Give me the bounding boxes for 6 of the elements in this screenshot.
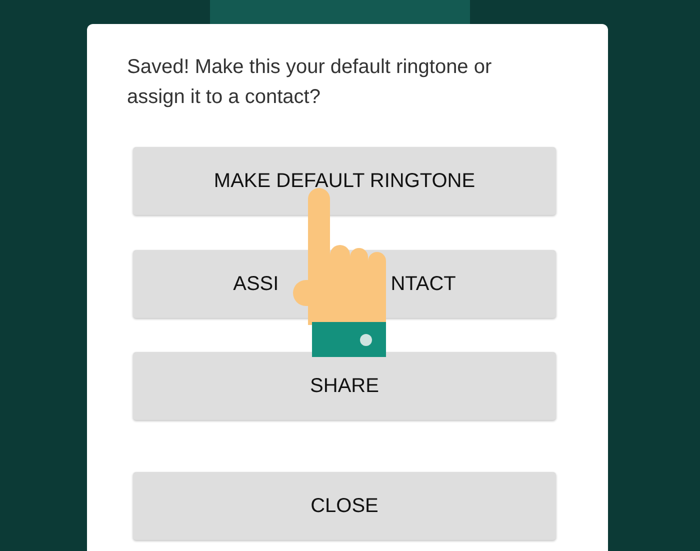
dialog-button[interactable]: MAKE DEFAULT RINGTONE	[133, 147, 556, 215]
dialog-button[interactable]: CLOSE	[133, 472, 556, 540]
button-label: ASSI	[233, 272, 279, 297]
dialog-button[interactable]: SHARE	[133, 352, 556, 420]
dialog-message: Saved! Make this your default ringtone or assign it to a contact?	[127, 55, 493, 110]
button-label: NTACT	[390, 272, 456, 297]
